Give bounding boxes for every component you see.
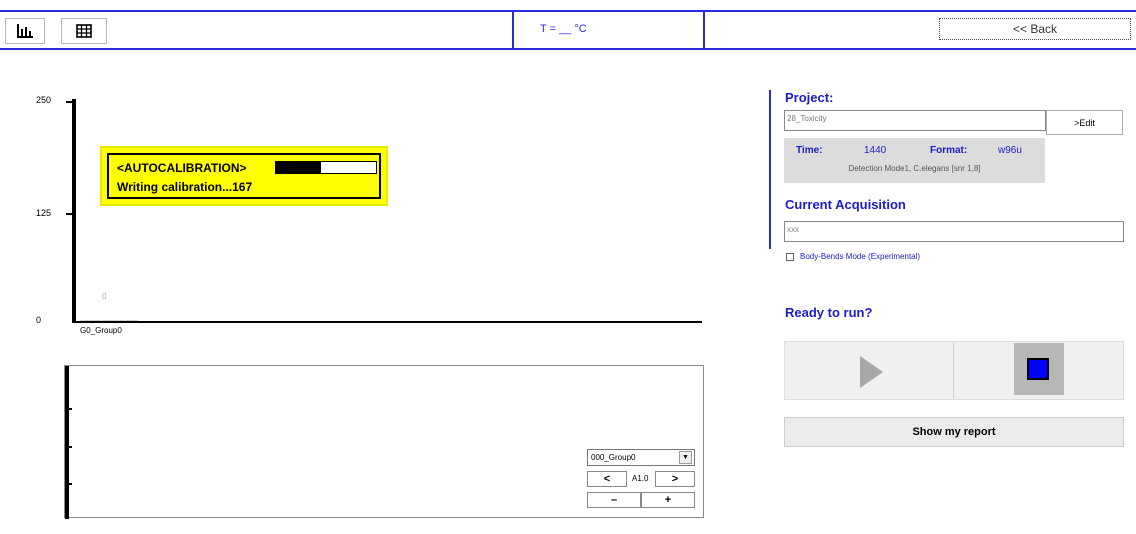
time-key: Time: (796, 145, 823, 156)
project-heading: Project: (785, 90, 834, 105)
next-well-button[interactable]: > (655, 471, 695, 487)
well-label: A1.0 (632, 474, 649, 483)
checkbox-box[interactable] (786, 252, 794, 261)
format-value: w96u (998, 145, 1022, 156)
trace-y-tick (69, 446, 72, 448)
ready-to-run-heading: Ready to run? (785, 305, 873, 320)
y-tick-label: 0 (36, 315, 42, 325)
y-tick-label: 125 (36, 208, 52, 218)
autocalibration-frame: <AUTOCALIBRATION> Writing calibration...… (107, 153, 381, 199)
project-name-field[interactable]: 28_Toxicity (784, 110, 1046, 131)
play-icon (860, 356, 883, 388)
run-controls-divider (953, 342, 954, 399)
edit-project-button[interactable]: >Edit (1046, 110, 1123, 135)
toolbar-bottom-border (0, 48, 1136, 50)
autocalibration-title: <AUTOCALIBRATION> (117, 161, 247, 175)
bar-chart-icon (17, 24, 33, 38)
format-key: Format: (930, 145, 968, 156)
project-info-box: Time: 1440 Format: w96u Detection Mode1,… (784, 138, 1045, 183)
play-button[interactable] (785, 342, 953, 399)
stop-icon (1027, 358, 1049, 380)
group-select-value: 000_Group0 (591, 453, 636, 462)
detection-mode-text: Detection Mode1, C.elegans [snr 1,8] (848, 164, 981, 173)
toolbar-separator (703, 12, 705, 48)
right-panel-accent-line (769, 90, 771, 249)
body-bends-checkbox[interactable]: Body-Bends Mode (Experimental) (786, 252, 920, 261)
chevron-down-icon[interactable]: ▼ (679, 451, 692, 464)
temperature-readout: T = __ °C (540, 23, 587, 35)
zoom-out-button[interactable]: – (587, 492, 641, 508)
trace-plot-panel: 000_Group0 ▼ < A1.0 > – + (64, 365, 704, 519)
autocalibration-panel: <AUTOCALIBRATION> Writing calibration...… (100, 146, 388, 206)
chart-bar (80, 320, 138, 321)
bar-value-label: 0 (102, 292, 107, 301)
show-report-button[interactable]: Show my report (784, 417, 1124, 447)
x-category-label: G0_Group0 (80, 326, 122, 335)
group-select[interactable]: 000_Group0 ▼ (587, 449, 695, 466)
run-controls (784, 341, 1124, 400)
trace-y-tick (69, 408, 72, 410)
time-value: 1440 (864, 145, 887, 156)
acquisition-name-field[interactable]: xxx (784, 221, 1124, 242)
progress-fill (276, 162, 321, 173)
chart-x-axis (72, 321, 702, 323)
y-tick-label: 250 (36, 95, 52, 105)
stop-button[interactable] (1014, 343, 1064, 395)
trace-y-tick (69, 483, 72, 485)
back-button[interactable]: << Back (939, 18, 1131, 40)
table-view-button[interactable] (61, 18, 107, 44)
zoom-in-button[interactable]: + (641, 492, 695, 508)
current-acquisition-heading: Current Acquisition (785, 197, 906, 212)
chart-view-button[interactable] (5, 18, 45, 44)
trace-y-axis (65, 366, 69, 519)
top-toolbar: T = __ °C << Back (0, 0, 1136, 52)
autocalibration-status: Writing calibration...167 (117, 180, 253, 194)
grid-icon (76, 24, 92, 38)
autocalibration-progress-bar (275, 161, 377, 174)
toolbar-separator (512, 12, 514, 48)
previous-well-button[interactable]: < (587, 471, 627, 487)
toolbar-top-border (0, 10, 1136, 12)
chart-y-axis (72, 99, 76, 323)
body-bends-label: Body-Bends Mode (Experimental) (800, 252, 921, 261)
